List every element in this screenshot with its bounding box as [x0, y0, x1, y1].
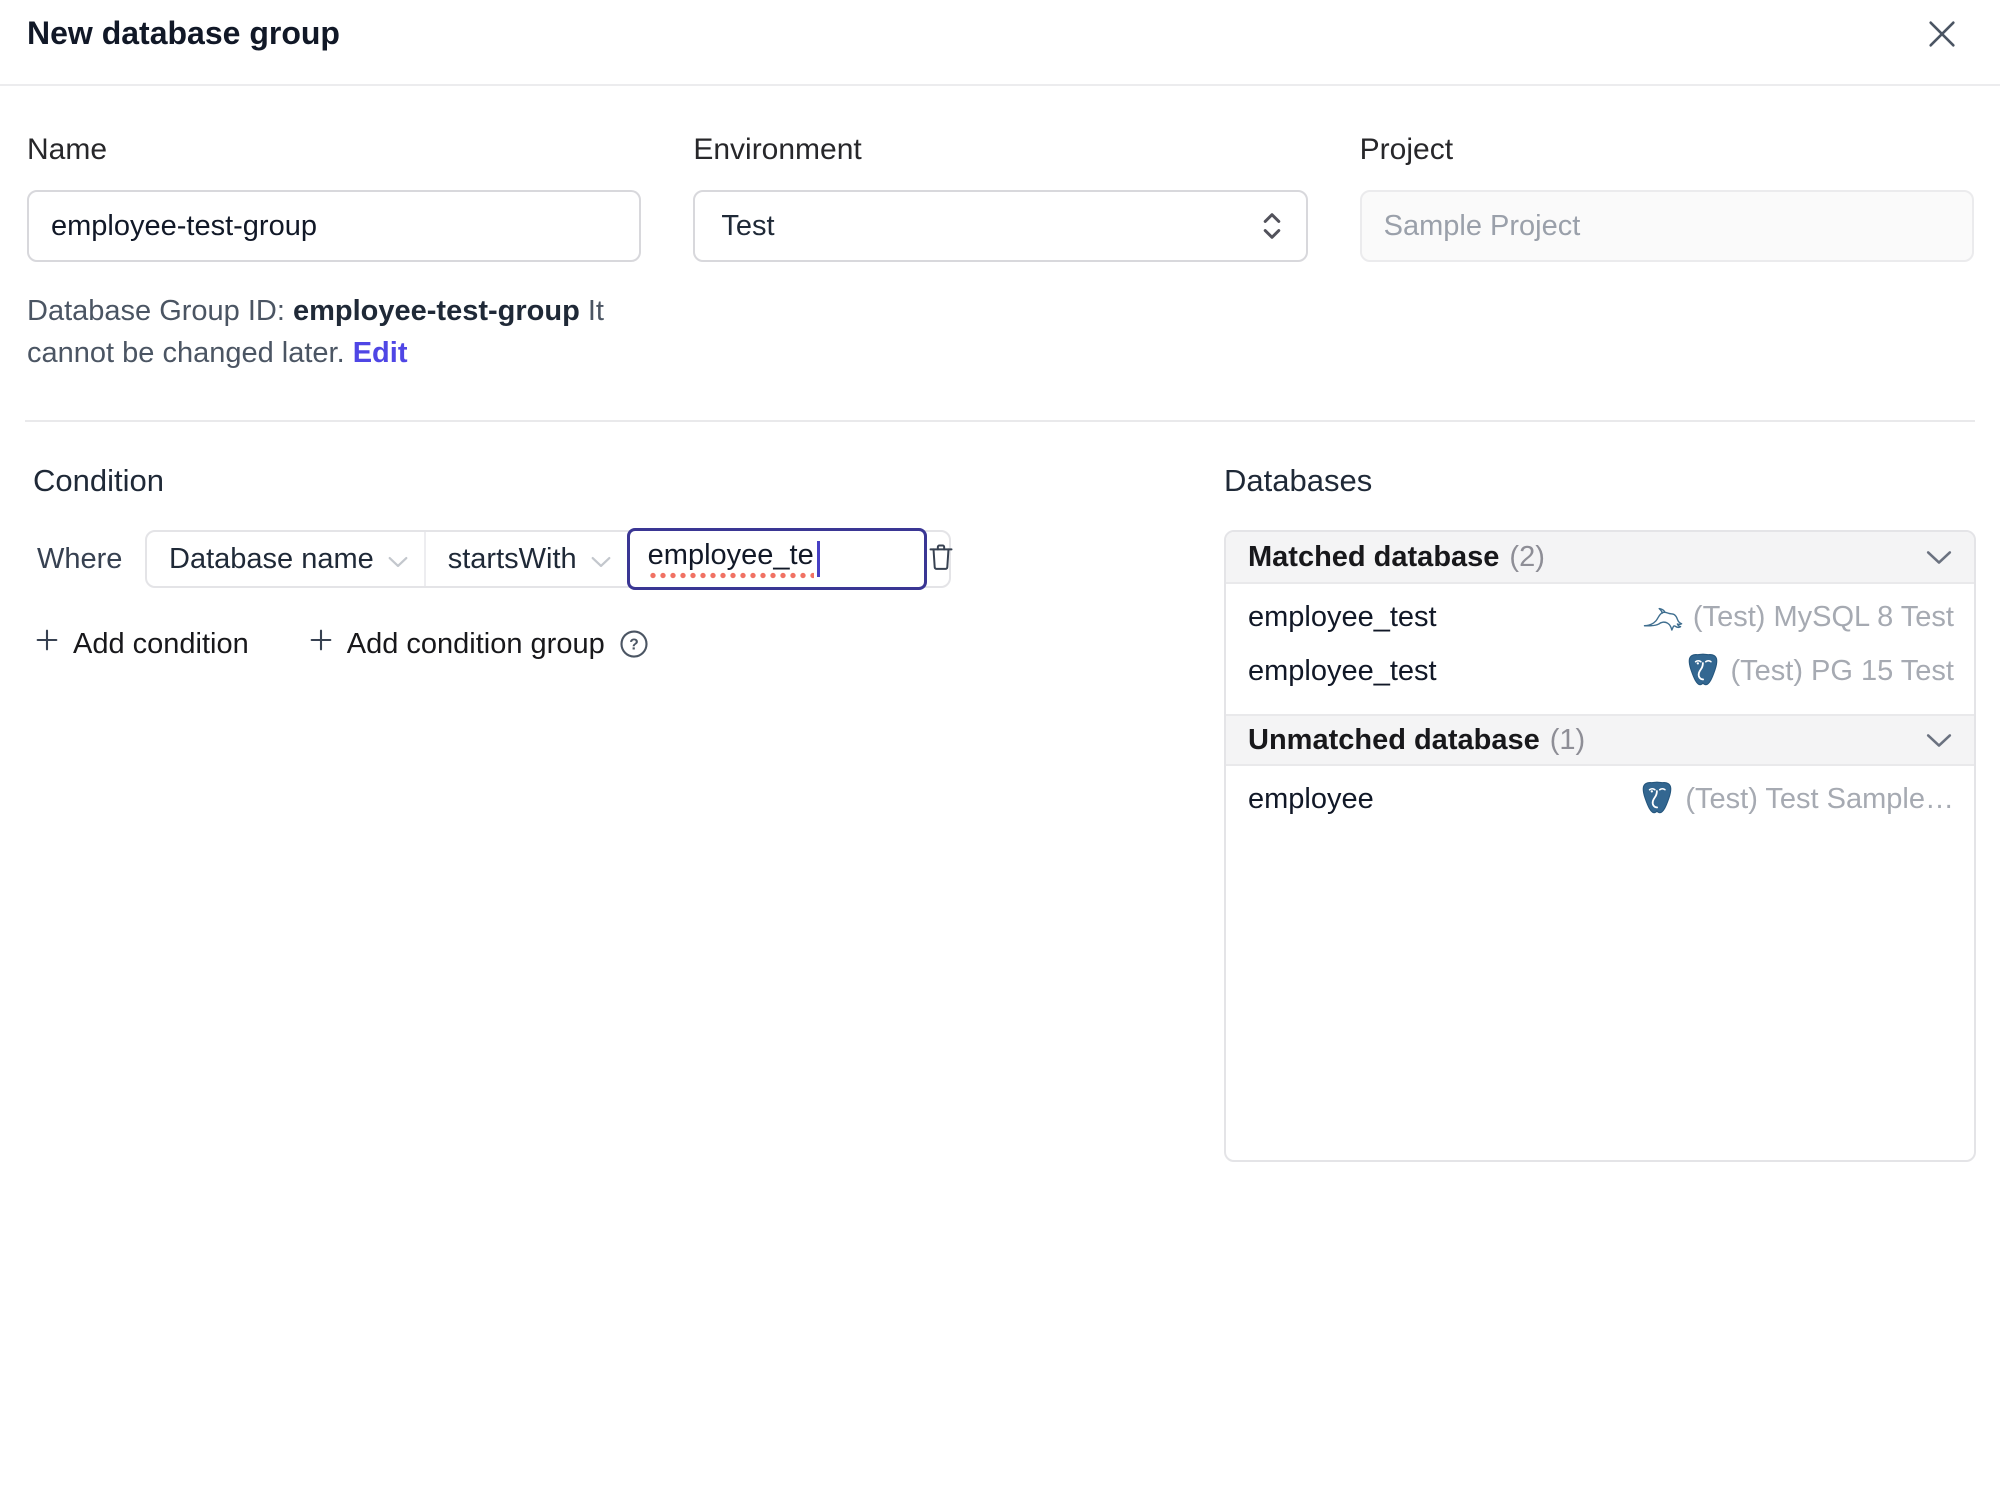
condition-row: Where Database name startsWith employee_… — [33, 528, 1184, 590]
select-arrows-icon — [1260, 209, 1284, 243]
unmatched-database-count: (1) — [1549, 723, 1586, 756]
matched-database-title: Matched database — [1248, 540, 1500, 573]
plus-icon — [307, 626, 335, 662]
project-field-group: Project — [1359, 132, 1974, 262]
database-name: employee_test — [1248, 600, 1437, 633]
chevron-down-icon — [591, 543, 611, 576]
add-condition-group-button[interactable]: Add condition group ? — [307, 626, 649, 662]
name-label: Name — [27, 133, 108, 166]
chevron-down-icon — [388, 543, 408, 576]
trash-icon — [927, 541, 955, 578]
instance-label: (Test) PG 15 Test — [1730, 654, 1955, 687]
chevron-down-icon — [1926, 550, 1952, 565]
matched-database-list: employee_test (Test) MySQL 8 Test employ… — [1226, 584, 1974, 714]
condition-section: Condition Where Database name startsWith — [27, 462, 1184, 662]
instance-info: (Test) MySQL 8 Test — [1641, 599, 1954, 635]
name-field-group: Name Database Group ID: employee-test-gr… — [27, 132, 642, 374]
unmatched-database-list: employee (Test) Test Sample… — [1226, 766, 1974, 842]
environment-value: Test — [721, 209, 775, 242]
lower-section: Condition Where Database name startsWith — [0, 422, 2000, 1162]
table-row: employee (Test) Test Sample… — [1226, 772, 1974, 826]
condition-actions: Add condition Add condition group ? — [33, 626, 1184, 662]
databases-section: Databases Matched database (2) employee_… — [1224, 462, 1976, 1162]
condition-value-text: employee_te — [647, 539, 814, 579]
group-id-value: employee-test-group — [292, 295, 580, 327]
edit-link[interactable]: Edit — [353, 337, 408, 369]
close-icon — [1925, 17, 1959, 56]
factor-value: Database name — [169, 542, 374, 575]
group-form: Name Database Group ID: employee-test-gr… — [0, 86, 2000, 374]
condition-expression: Database name startsWith employee_te — [145, 528, 953, 590]
where-label: Where — [37, 542, 123, 575]
add-condition-group-label: Add condition group — [346, 627, 605, 660]
add-condition-button[interactable]: Add condition — [33, 626, 249, 662]
name-input[interactable] — [27, 190, 642, 262]
project-input — [1359, 190, 1974, 262]
postgresql-icon — [1639, 780, 1675, 818]
factor-select[interactable]: Database name — [147, 532, 424, 586]
matched-database-count: (2) — [1509, 540, 1545, 573]
group-id-hint: Database Group ID: employee-test-group I… — [27, 290, 641, 374]
instance-label: (Test) MySQL 8 Test — [1692, 600, 1954, 633]
operator-value: startsWith — [447, 542, 577, 575]
instance-label: (Test) Test Sample… — [1685, 782, 1954, 815]
page-title: New database group — [27, 15, 340, 51]
add-condition-label: Add condition — [73, 627, 249, 660]
operator-select[interactable]: startsWith — [423, 532, 627, 586]
database-name: employee_test — [1248, 654, 1437, 687]
plus-icon — [33, 626, 61, 662]
databases-panel: Matched database (2) employee_test (Test… — [1224, 530, 1976, 1162]
svg-text:?: ? — [629, 637, 639, 654]
instance-info: (Test) Test Sample… — [1639, 780, 1954, 818]
environment-field-group: Environment Test — [693, 132, 1308, 262]
instance-info: (Test) PG 15 Test — [1685, 652, 1955, 690]
chevron-down-icon — [1926, 733, 1952, 748]
environment-select[interactable]: Test — [693, 190, 1308, 262]
postgresql-icon — [1685, 652, 1721, 690]
mysql-icon — [1641, 599, 1683, 635]
close-button[interactable] — [1920, 14, 1964, 58]
help-icon[interactable]: ? — [619, 629, 649, 659]
unmatched-database-title: Unmatched database — [1248, 723, 1540, 756]
environment-label: Environment — [693, 133, 862, 166]
dialog-header: New database group — [0, 0, 2000, 86]
database-name: employee — [1248, 782, 1374, 815]
table-row: employee_test (Test) PG 15 Test — [1226, 644, 1974, 698]
condition-value-input[interactable]: employee_te — [626, 528, 927, 590]
project-label: Project — [1359, 133, 1454, 166]
condition-heading: Condition — [33, 463, 164, 498]
databases-heading: Databases — [1224, 463, 1373, 498]
table-row: employee_test (Test) MySQL 8 Test — [1226, 590, 1974, 644]
unmatched-database-header[interactable]: Unmatched database (1) — [1226, 714, 1974, 766]
hint-prefix: Database Group ID: — [27, 295, 293, 327]
matched-database-header[interactable]: Matched database (2) — [1226, 532, 1974, 584]
text-caret — [816, 541, 820, 577]
delete-condition-button[interactable] — [927, 532, 955, 586]
